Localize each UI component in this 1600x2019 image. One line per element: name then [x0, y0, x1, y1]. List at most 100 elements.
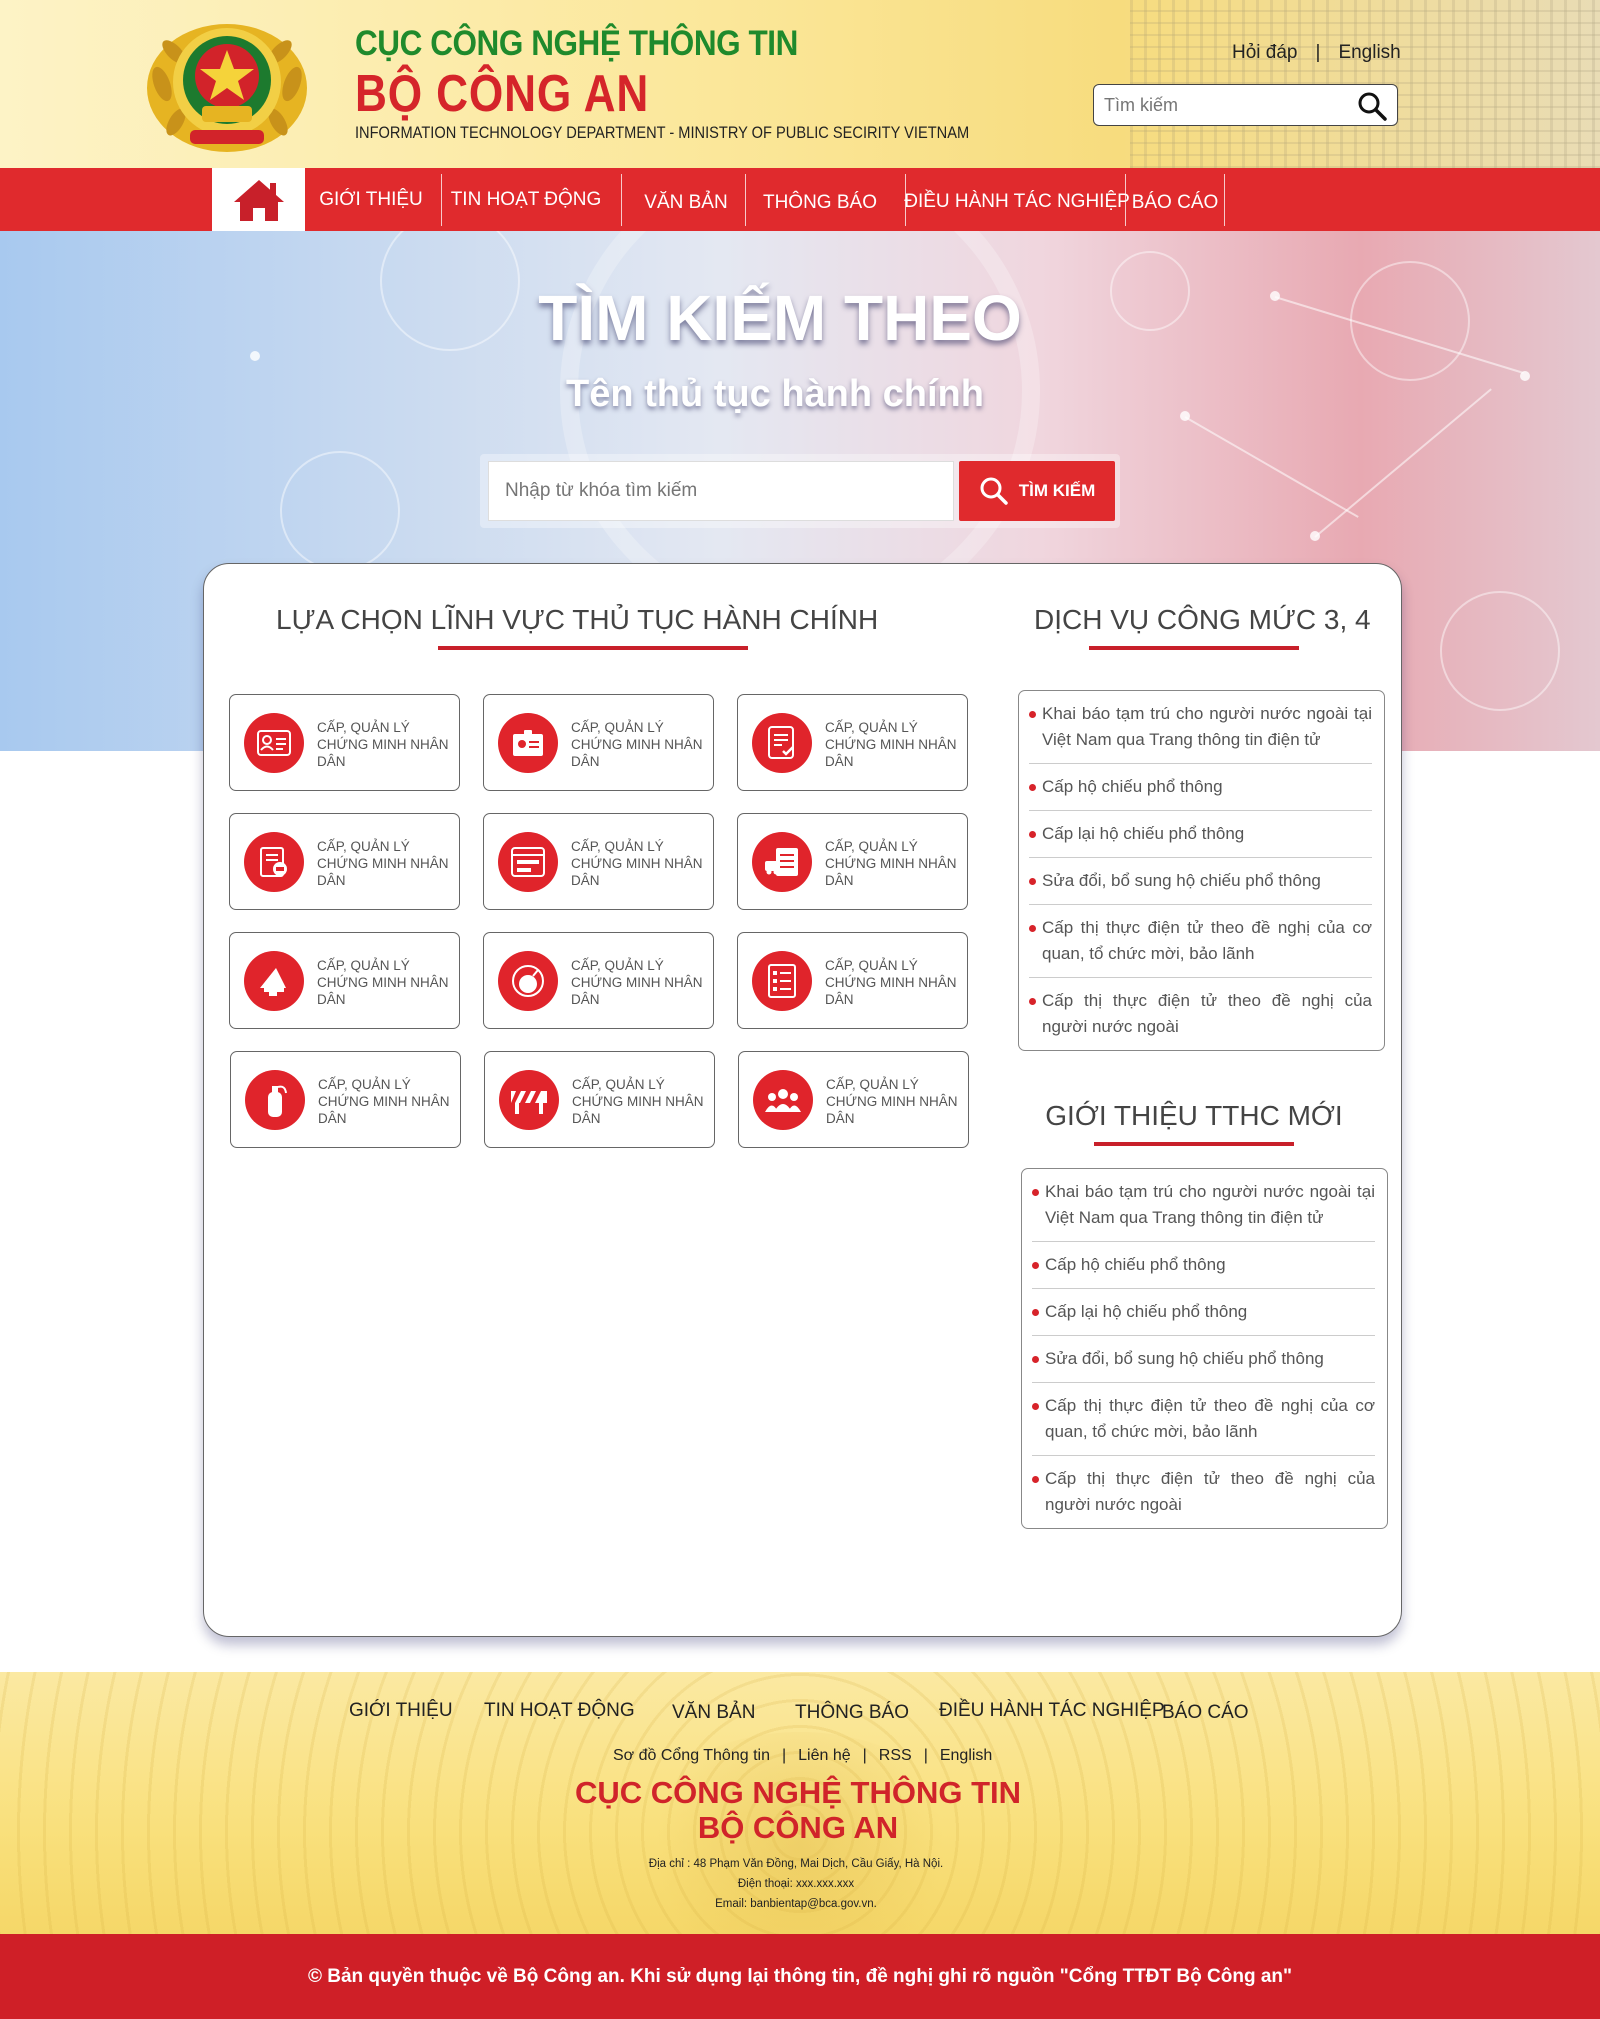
- copyright-bar: © Bản quyền thuộc về Bộ Công an. Khi sử …: [0, 1934, 1600, 2019]
- footer-email[interactable]: Email: banbientap@bca.gov.vn.: [0, 1898, 1592, 1910]
- category-label: CẤP, QUẢN LÝ CHỨNG MINH NHÂN DÂN: [317, 720, 449, 769]
- nav-divider: [1224, 174, 1225, 226]
- site-header: CỤC CÔNG NGHỆ THÔNG TIN BỘ CÔNG AN INFOR…: [0, 0, 1600, 168]
- decor-circle: [280, 451, 400, 571]
- procedure-item[interactable]: Cấp thị thực điện tử theo đề nghị của ng…: [1032, 1456, 1375, 1528]
- services-list: Khai báo tạm trú cho người nước ngoài tạ…: [1018, 690, 1385, 1051]
- sitemap-link[interactable]: Sơ đồ Cổng Thông tin: [613, 1747, 770, 1764]
- barrier-icon: [499, 1070, 559, 1130]
- home-button[interactable]: [212, 168, 305, 231]
- top-links: Hỏi đáp | English: [1232, 42, 1401, 64]
- category-label: CẤP, QUẢN LÝ CHỨNG MINH NHÂN DÂN: [318, 1077, 450, 1126]
- footer-title-line2: BỘ CÔNG AN: [697, 1810, 899, 1845]
- id-card-icon: [244, 713, 304, 773]
- header-search: [1093, 84, 1398, 126]
- service-item[interactable]: Cấp hộ chiếu phổ thông: [1029, 764, 1372, 811]
- hero-subtitle: Tên thủ tục hành chính: [566, 373, 984, 415]
- procedure-search-button[interactable]: TÌM KIẾM: [959, 461, 1115, 521]
- link-separator: |: [781, 1747, 787, 1764]
- category-card[interactable]: CẤP, QUẢN LÝ CHỨNG MINH NHÂN DÂN: [484, 1051, 715, 1148]
- procedure-search-input[interactable]: [489, 462, 953, 520]
- category-label: CẤP, QUẢN LÝ CHỨNG MINH NHÂN DÂN: [825, 839, 957, 888]
- procedure-search-field: [488, 461, 954, 521]
- nav-item-bao-cao[interactable]: BÁO CÁO: [1126, 171, 1224, 234]
- explosive-icon: [498, 951, 558, 1011]
- link-separator: |: [1315, 42, 1321, 63]
- service-item[interactable]: Cấp thị thực điện tử theo đề nghị của cơ…: [1029, 905, 1372, 978]
- new-procedures-title-underline: [1094, 1142, 1294, 1146]
- link-separator: |: [923, 1747, 928, 1764]
- services-title-underline: [1089, 646, 1299, 650]
- category-label: CẤP, QUẢN LÝ CHỨNG MINH NHÂN DÂN: [571, 958, 703, 1007]
- site-footer: GIỚI THIỆU TIN HOẠT ĐỘNG VĂN BẢN THÔNG B…: [0, 1672, 1600, 1934]
- procedure-item[interactable]: Cấp lại hộ chiếu phổ thông: [1032, 1289, 1375, 1336]
- category-label: CẤP, QUẢN LÝ CHỨNG MINH NHÂN DÂN: [825, 958, 957, 1007]
- service-item[interactable]: Sửa đổi, bổ sung hộ chiếu phổ thông: [1029, 858, 1372, 905]
- footer-nav-bao-cao[interactable]: BÁO CÁO: [1162, 1702, 1249, 1724]
- categories-title-underline: [438, 646, 748, 650]
- nav-item-thong-bao[interactable]: THÔNG BÁO: [746, 171, 894, 234]
- home-icon: [233, 179, 284, 221]
- category-label: CẤP, QUẢN LÝ CHỨNG MINH NHÂN DÂN: [317, 839, 449, 888]
- footer-links: Sơ đồ Cổng Thông tin | Liên hệ | RSS | English: [613, 1747, 992, 1765]
- category-card[interactable]: CẤP, QUẢN LÝ CHỨNG MINH NHÂN DÂN: [483, 813, 714, 910]
- category-label: CẤP, QUẢN LÝ CHỨNG MINH NHÂN DÂN: [571, 720, 703, 769]
- footer-title-line1: CỤC CÔNG NGHỆ THÔNG TIN: [574, 1775, 1022, 1810]
- main-panel: LỰA CHỌN LĨNH VỰC THỦ TỤC HÀNH CHÍNH CẤP…: [203, 563, 1402, 1637]
- copyright-text: © Bản quyền thuộc về Bộ Công an. Khi sử …: [307, 1965, 1293, 1987]
- footer-english-link[interactable]: English: [940, 1747, 992, 1764]
- nav-item-tin-hoat-dong[interactable]: TIN HOẠT ĐỘNG: [442, 168, 610, 231]
- category-label: CẤP, QUẢN LÝ CHỨNG MINH NHÂN DÂN: [572, 1077, 704, 1126]
- category-card[interactable]: CẤP, QUẢN LÝ CHỨNG MINH NHÂN DÂN: [483, 694, 714, 791]
- footer-nav-van-ban[interactable]: VĂN BẢN: [672, 1702, 755, 1724]
- footer-address: Địa chỉ : 48 Phạm Văn Đồng, Mai Dịch, Cầ…: [648, 1858, 944, 1870]
- document-check-icon: [752, 713, 812, 773]
- new-procedures-title: GIỚI THIỆU TTHC MỚI: [1045, 1100, 1343, 1131]
- brand-title-line2: BỘ CÔNG AN: [355, 65, 650, 123]
- footer-nav-tin-hoat-dong[interactable]: TIN HOẠT ĐỘNG: [484, 1700, 635, 1722]
- category-card[interactable]: CẤP, QUẢN LÝ CHỨNG MINH NHÂN DÂN: [230, 1051, 461, 1148]
- faq-link[interactable]: Hỏi đáp: [1232, 42, 1298, 64]
- category-card[interactable]: CẤP, QUẢN LÝ CHỨNG MINH NHÂN DÂN: [229, 932, 460, 1029]
- procedure-item[interactable]: Khai báo tạm trú cho người nước ngoài tạ…: [1032, 1169, 1375, 1242]
- checklist-icon: [752, 951, 812, 1011]
- link-separator: |: [862, 1747, 867, 1764]
- nav-item-dieu-hanh-tac-nghiep[interactable]: ĐIỀU HÀNH TÁC NGHIỆP: [904, 170, 1130, 233]
- category-card[interactable]: CẤP, QUẢN LÝ CHỨNG MINH NHÂN DÂN: [737, 813, 968, 910]
- procedure-item[interactable]: Cấp thị thực điện tử theo đề nghị của cơ…: [1032, 1383, 1375, 1456]
- footer-nav-thong-bao[interactable]: THÔNG BÁO: [795, 1702, 909, 1724]
- category-card[interactable]: CẤP, QUẢN LÝ CHỨNG MINH NHÂN DÂN: [483, 932, 714, 1029]
- footer-nav-gioi-thieu[interactable]: GIỚI THIỆU: [349, 1700, 453, 1722]
- contact-link[interactable]: Liên hệ: [798, 1747, 851, 1764]
- category-label: CẤP, QUẢN LÝ CHỨNG MINH NHÂN DÂN: [825, 720, 957, 769]
- badge-icon: [498, 713, 558, 773]
- weapon-document-icon: [244, 832, 304, 892]
- category-card[interactable]: CẤP, QUẢN LÝ CHỨNG MINH NHÂN DÂN: [229, 694, 460, 791]
- category-card[interactable]: CẤP, QUẢN LÝ CHỨNG MINH NHÂN DÂN: [737, 932, 968, 1029]
- nav-item-van-ban[interactable]: VĂN BẢN: [622, 171, 750, 234]
- service-item[interactable]: Cấp thị thực điện tử theo đề nghị của ng…: [1029, 978, 1372, 1050]
- service-item[interactable]: Khai báo tạm trú cho người nước ngoài tạ…: [1029, 691, 1372, 764]
- nav-item-gioi-thieu[interactable]: GIỚI THIỆU: [306, 168, 436, 231]
- procedure-search: TÌM KIẾM: [480, 454, 1120, 528]
- category-card[interactable]: CẤP, QUẢN LÝ CHỨNG MINH NHÂN DÂN: [737, 694, 968, 791]
- category-card[interactable]: CẤP, QUẢN LÝ CHỨNG MINH NHÂN DÂN: [738, 1051, 969, 1148]
- new-procedures-list: Khai báo tạm trú cho người nước ngoài tạ…: [1021, 1168, 1388, 1529]
- people-group-icon: [753, 1070, 813, 1130]
- browser-form-icon: [498, 832, 558, 892]
- category-card[interactable]: CẤP, QUẢN LÝ CHỨNG MINH NHÂN DÂN: [229, 813, 460, 910]
- network-line: [1184, 416, 1359, 518]
- procedure-item[interactable]: Cấp hộ chiếu phổ thông: [1032, 1242, 1375, 1289]
- header-search-input[interactable]: [1094, 85, 1334, 125]
- police-emblem-logo[interactable]: [140, 14, 314, 154]
- category-label: CẤP, QUẢN LÝ CHỨNG MINH NHÂN DÂN: [826, 1077, 958, 1126]
- search-icon[interactable]: [1357, 91, 1387, 121]
- english-link[interactable]: English: [1338, 42, 1400, 64]
- service-item[interactable]: Cấp lại hộ chiếu phổ thông: [1029, 811, 1372, 858]
- procedure-item[interactable]: Sửa đổi, bổ sung hộ chiếu phổ thông: [1032, 1336, 1375, 1383]
- megaphone-icon: [244, 951, 304, 1011]
- rss-link[interactable]: RSS: [879, 1747, 912, 1764]
- footer-nav-dieu-hanh-tac-nghiep[interactable]: ĐIỀU HÀNH TÁC NGHIỆP: [939, 1700, 1165, 1722]
- brand-subtitle: INFORMATION TECHNOLOGY DEPARTMENT - MINI…: [355, 123, 970, 142]
- search-button-label: TÌM KIẾM: [1018, 481, 1096, 500]
